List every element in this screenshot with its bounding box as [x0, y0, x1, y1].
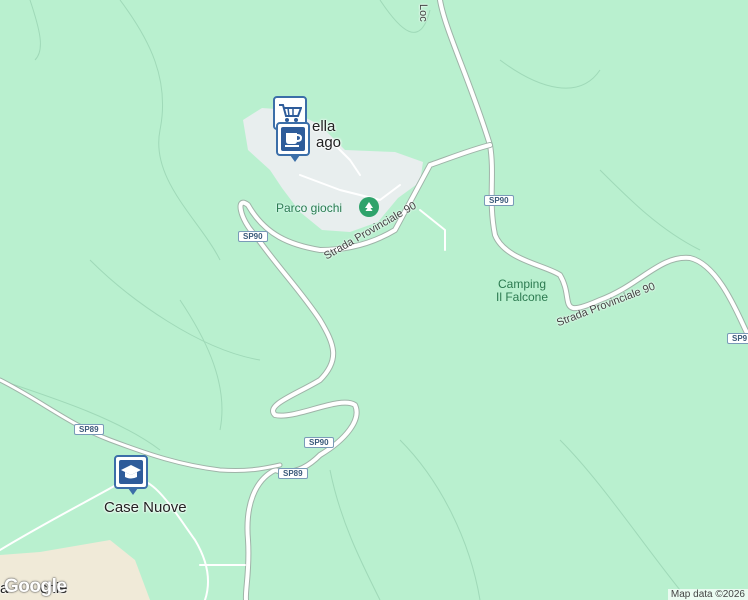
village-label-line1: ella	[312, 118, 336, 135]
camping-line2: Il Falcone	[496, 290, 549, 304]
park-label[interactable]: Parco giochi	[276, 201, 342, 215]
sp90-shield-3: SP90	[304, 437, 334, 448]
top-road-fragment: Loc	[417, 4, 429, 22]
cafe-pin[interactable]	[276, 122, 310, 162]
sp89-shield-1: SP89	[74, 424, 104, 435]
google-logo: Google	[4, 576, 67, 597]
case-nuove-label[interactable]: Case Nuove	[104, 499, 187, 516]
map-attribution[interactable]: Map data ©2026	[667, 589, 748, 600]
shopping-cart-icon	[279, 104, 302, 122]
graduation-cap-icon	[121, 465, 141, 479]
coffee-cup-icon	[285, 133, 303, 147]
camping-label[interactable]: Camping Il Falcone	[496, 278, 548, 304]
sp89-shield-2: SP89	[278, 468, 308, 479]
sp90-shield-2: SP90	[238, 231, 268, 242]
village-label-line2: ago	[316, 134, 342, 151]
sp90-shield-edge: SP9	[727, 333, 748, 344]
school-pin[interactable]	[114, 455, 148, 495]
sp90-shield-1: SP90	[484, 195, 514, 206]
tree-icon[interactable]	[359, 197, 379, 217]
